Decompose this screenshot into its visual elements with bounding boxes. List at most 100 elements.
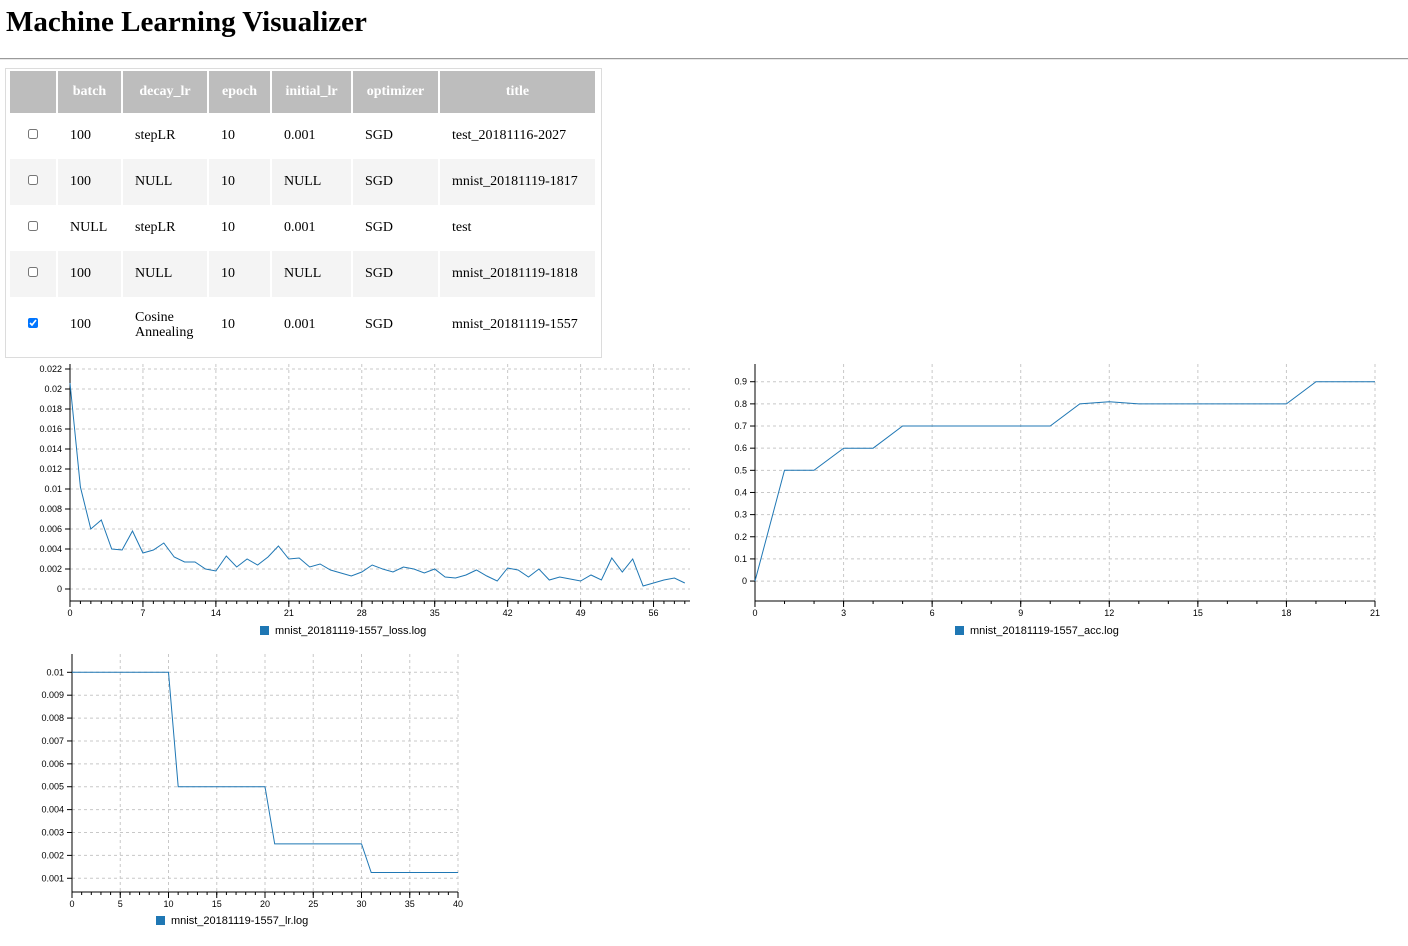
x-tick-label: 18	[1281, 608, 1291, 618]
cell-decay-lr: stepLR	[135, 220, 176, 235]
cell-title: test_20181116-2027	[452, 128, 567, 143]
y-tick-label: 0	[742, 576, 747, 586]
x-tick-label: 0	[752, 608, 757, 618]
y-tick-label: 0.2	[734, 532, 747, 542]
y-tick-label: 0.7	[734, 421, 747, 431]
y-tick-label: 0.014	[39, 444, 62, 454]
legend-swatch	[955, 626, 964, 635]
x-tick-label: 7	[140, 608, 145, 618]
y-tick-label: 0.01	[46, 667, 64, 677]
x-tick-label: 6	[930, 608, 935, 618]
x-tick-label: 15	[1193, 608, 1203, 618]
cell-batch: 100	[70, 128, 91, 143]
accuracy-chart: 0 3 6 9 12 15 18 21 0 0.1 0.2 0.3 0.4 0.5 0.6 0.7 0.8 0.9…	[715, 360, 1395, 640]
cell-title: mnist_20181119-1817	[440, 159, 595, 205]
x-tick-label: 3	[841, 608, 846, 618]
y-tick-label: 0.018	[39, 404, 62, 414]
table-row[interactable]: 100 NULL 10 NULL SGD mnist_20181119-1817	[10, 159, 595, 205]
cell-epoch: 10	[221, 317, 235, 332]
y-tick-label: 0.002	[41, 850, 64, 860]
column-header-optimizer[interactable]: optimizer	[353, 71, 438, 113]
row-select-checkbox[interactable]	[28, 318, 38, 328]
row-select-checkbox[interactable]	[28, 175, 38, 185]
legend-label: mnist_20181119-1557_acc.log	[970, 625, 1119, 637]
loss-chart: 0 7 14 21 28 35 42 49 56 0 0.002 0.004 0.006 0.008 0.0…	[20, 360, 700, 640]
column-header-batch[interactable]: batch	[58, 71, 121, 113]
cell-optimizer: SGD	[365, 220, 394, 235]
column-header-title[interactable]: title	[440, 71, 595, 113]
row-select-checkbox[interactable]	[28, 221, 38, 231]
cell-initial-lr: NULL	[272, 251, 351, 297]
column-header-epoch[interactable]: epoch	[209, 71, 270, 113]
table-row[interactable]: 100 Cosine Annealing 10 0.001 SGD mnist_…	[10, 297, 595, 353]
y-tick-label: 0.004	[39, 544, 62, 554]
y-tick-label: 0.005	[41, 782, 64, 792]
cell-batch: 100	[70, 317, 91, 332]
cell-initial-lr: 0.001	[284, 128, 316, 143]
y-tick-label: 0.8	[734, 399, 747, 409]
row-select-cell	[10, 113, 56, 159]
table-row[interactable]: 100 stepLR 10 0.001 SGD test_20181116-20…	[10, 113, 595, 159]
y-tick-label: 0.008	[39, 504, 62, 514]
y-tick-label: 0.002	[39, 564, 62, 574]
x-tick-label: 56	[649, 608, 659, 618]
cell-initial-lr: 0.001	[284, 220, 316, 235]
legend-swatch	[156, 916, 165, 925]
cell-optimizer: SGD	[353, 159, 438, 205]
cell-epoch: 10	[209, 159, 270, 205]
x-tick-label: 21	[284, 608, 294, 618]
x-tick-label: 9	[1018, 608, 1023, 618]
y-tick-label: 0.6	[734, 443, 747, 453]
x-tick-label: 12	[1104, 608, 1114, 618]
series-line	[754, 381, 1375, 582]
y-tick-label: 0.3	[734, 510, 747, 520]
y-tick-label: 0.4	[734, 487, 747, 497]
y-tick-label: 0.009	[41, 690, 64, 700]
row-select-checkbox[interactable]	[28, 129, 38, 139]
learning-rate-chart-svg: 0 5 10 15 20 25 30 35 40 0.001 0.002 0.003 0.004 0.00…	[41, 654, 463, 927]
cell-decay-lr: Cosine Annealing	[135, 310, 194, 340]
cell-batch: 100	[58, 159, 121, 205]
y-tick-label: 0.001	[41, 873, 64, 883]
x-tick-label: 49	[576, 608, 586, 618]
row-select-cell	[10, 159, 56, 205]
x-tick-label: 20	[260, 899, 270, 909]
row-select-checkbox[interactable]	[28, 267, 38, 277]
table-row[interactable]: NULL stepLR 10 0.001 SGD test	[10, 205, 595, 251]
row-select-cell	[10, 205, 56, 251]
row-select-cell	[10, 297, 56, 353]
x-tick-label: 0	[67, 608, 72, 618]
legend-label: mnist_20181119-1557_loss.log	[275, 625, 426, 637]
cell-batch: 100	[58, 251, 121, 297]
y-tick-label: 0.5	[734, 465, 747, 475]
y-tick-label: 0.01	[44, 484, 62, 494]
learning-rate-chart: 0 5 10 15 20 25 30 35 40 0.001 0.002 0.003 0.004 0.00…	[20, 648, 480, 933]
table-row[interactable]: 100 NULL 10 NULL SGD mnist_20181119-1818	[10, 251, 595, 297]
cell-batch: NULL	[70, 220, 108, 235]
y-tick-label: 0	[57, 584, 62, 594]
column-header-initial-lr[interactable]: initial_lr	[272, 71, 351, 113]
cell-optimizer: SGD	[365, 128, 394, 143]
x-tick-label: 28	[357, 608, 367, 618]
cell-title: test	[452, 220, 472, 235]
x-tick-label: 25	[308, 899, 318, 909]
x-tick-label: 5	[118, 899, 123, 909]
x-tick-label: 35	[405, 899, 415, 909]
y-tick-label: 0.022	[39, 364, 62, 374]
cell-initial-lr: NULL	[272, 159, 351, 205]
loss-chart-svg: 0 7 14 21 28 35 42 49 56 0 0.002 0.004 0.006 0.008 0.0…	[39, 364, 690, 637]
x-tick-label: 21	[1370, 608, 1380, 618]
chart-legend: mnist_20181119-1557_lr.log	[156, 915, 308, 927]
cell-optimizer: SGD	[365, 317, 394, 332]
cell-title: mnist_20181119-1818	[440, 251, 595, 297]
chart-legend: mnist_20181119-1557_loss.log	[260, 625, 426, 637]
cell-epoch: 10	[221, 220, 235, 235]
x-tick-label: 15	[212, 899, 222, 909]
column-header-select	[10, 71, 56, 113]
x-tick-label: 14	[211, 608, 221, 618]
y-tick-label: 0.004	[41, 805, 64, 815]
column-header-decay-lr[interactable]: decay_lr	[123, 71, 207, 113]
runs-table: batch decay_lr epoch initial_lr optimize…	[8, 71, 597, 353]
chart-legend: mnist_20181119-1557_acc.log	[955, 625, 1119, 637]
legend-swatch	[260, 626, 269, 635]
